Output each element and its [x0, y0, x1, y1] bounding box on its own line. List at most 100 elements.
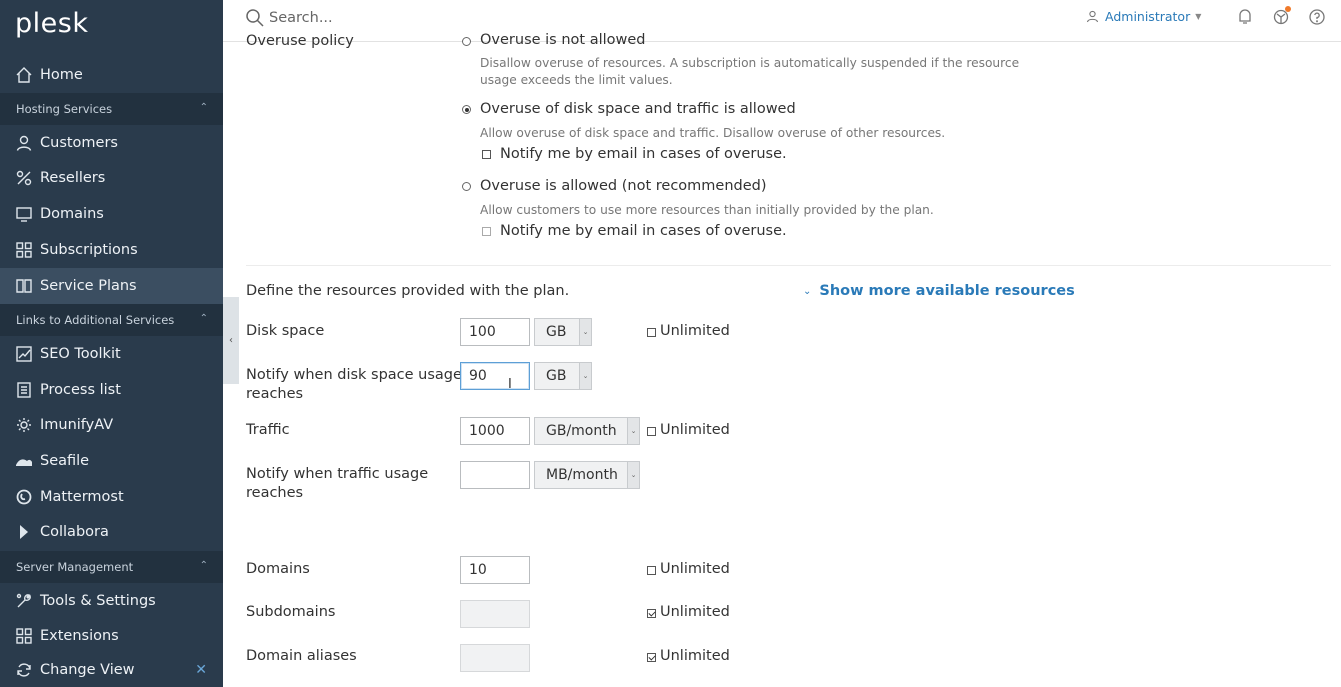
overuse-allowed-title: Overuse is allowed (not recommended): [480, 178, 767, 194]
chevron-up-icon: ⌃: [199, 560, 208, 571]
sidebar-collapse-handle[interactable]: ‹: [223, 297, 239, 384]
overuse-not-allowed-desc-2: usage exceeds the limit values.: [480, 73, 673, 87]
sidebar-item-seo-toolkit[interactable]: SEO Toolkit: [0, 337, 223, 371]
book-icon: [15, 277, 33, 295]
notifications-icon[interactable]: [1236, 8, 1254, 26]
sidebar-item-domains[interactable]: Domains: [0, 197, 223, 231]
domains-unlimited-checkbox[interactable]: [647, 566, 656, 575]
overuse-not-allowed-radio[interactable]: [462, 37, 471, 46]
sidebar-item-process-list[interactable]: Process list: [0, 373, 223, 407]
section-divider: [246, 265, 1331, 266]
domains-input[interactable]: [460, 556, 530, 584]
home-icon: [15, 66, 33, 84]
chevron-up-icon: ⌃: [199, 313, 208, 324]
main-content: Overuse policy Overuse is not allowed Di…: [246, 32, 1341, 687]
sidebar-item-customers[interactable]: Customers: [0, 126, 223, 160]
sidebar-item-seafile[interactable]: Seafile: [0, 444, 223, 478]
sidebar-item-label: ImunifyAV: [40, 417, 114, 433]
sidebar-item-label: SEO Toolkit: [40, 346, 121, 362]
group-label: Links to Additional Services: [16, 313, 175, 327]
overuse-disk-traffic-desc: Allow overuse of disk space and traffic.…: [480, 126, 946, 140]
search-input[interactable]: [269, 7, 569, 29]
sidebar-item-home[interactable]: Home: [0, 58, 223, 92]
notify-overuse-checkbox-2[interactable]: [482, 227, 491, 236]
disk-space-unit-select[interactable]: GB ⌄: [534, 318, 592, 346]
overuse-disk-traffic-radio[interactable]: [462, 105, 471, 114]
show-more-resources-link[interactable]: ⌄ Show more available resources: [803, 283, 1075, 299]
overuse-not-allowed-title: Overuse is not allowed: [480, 32, 646, 48]
disk-space-label: Disk space: [246, 323, 325, 339]
traffic-label: Traffic: [246, 422, 290, 438]
sidebar-item-subscriptions[interactable]: Subscriptions: [0, 233, 223, 267]
sidebar-item-label: Service Plans: [40, 278, 137, 294]
text-cursor-icon: I: [508, 377, 512, 392]
sidebar-item-collabora[interactable]: Collabora: [0, 515, 223, 549]
top-header: Administrator ▼: [223, 0, 1341, 42]
notify-disk-label-2: reaches: [246, 386, 304, 402]
disk-space-input[interactable]: [460, 318, 530, 346]
domain-aliases-input[interactable]: [460, 644, 530, 672]
show-more-label: Show more available resources: [819, 283, 1075, 299]
chevron-down-icon: ⌄: [627, 418, 639, 444]
domain-aliases-label: Domain aliases: [246, 648, 357, 664]
sidebar-item-resellers[interactable]: Resellers: [0, 161, 223, 195]
close-icon[interactable]: ✕: [195, 662, 207, 678]
notify-disk-input[interactable]: [460, 362, 530, 390]
notify-overuse-label-2: Notify me by email in cases of overuse.: [500, 223, 787, 239]
group-server-management[interactable]: Server Management ⌃: [0, 551, 223, 583]
sidebar-item-label: Seafile: [40, 453, 90, 469]
aliases-unlimited-label: Unlimited: [660, 648, 730, 664]
chart-icon: [15, 345, 33, 363]
notify-overuse-checkbox-1[interactable]: [482, 150, 491, 159]
group-label: Hosting Services: [16, 102, 113, 116]
extensions-icon: [15, 627, 33, 645]
sidebar-item-label: Collabora: [40, 524, 109, 540]
notify-traffic-unit-select[interactable]: MB/month ⌄: [534, 461, 640, 489]
domains-label: Domains: [246, 561, 310, 577]
notify-traffic-input[interactable]: [460, 461, 530, 489]
gear-icon: [15, 416, 33, 434]
select-value: GB: [546, 368, 567, 384]
user-menu[interactable]: Administrator ▼: [1086, 9, 1201, 24]
percent-icon: [15, 169, 33, 187]
user-name: Administrator: [1105, 9, 1191, 24]
traffic-unlimited-label: Unlimited: [660, 422, 730, 438]
sidebar-item-imunifyav[interactable]: ImunifyAV: [0, 408, 223, 442]
notify-disk-unit-select[interactable]: GB ⌄: [534, 362, 592, 390]
chevron-down-icon: ⌄: [579, 319, 591, 345]
group-additional-services[interactable]: Links to Additional Services ⌃: [0, 304, 223, 336]
traffic-unlimited-checkbox[interactable]: [647, 427, 656, 436]
sidebar-item-change-view[interactable]: Change View ✕: [0, 653, 223, 687]
plesk-logo[interactable]: plesk: [15, 8, 88, 39]
sidebar-item-mattermost[interactable]: Mattermost: [0, 480, 223, 514]
group-label: Server Management: [16, 560, 134, 574]
group-hosting-services[interactable]: Hosting Services ⌃: [0, 93, 223, 125]
sidebar-item-extensions[interactable]: Extensions: [0, 619, 223, 653]
seafile-icon: [15, 452, 33, 470]
overuse-allowed-desc: Allow customers to use more resources th…: [480, 203, 934, 217]
disk-unlimited-checkbox[interactable]: [647, 328, 656, 337]
sidebar-item-tools-settings[interactable]: Tools & Settings: [0, 584, 223, 618]
mattermost-icon: [15, 488, 33, 506]
notify-traffic-label-1: Notify when traffic usage: [246, 466, 429, 482]
traffic-unit-select[interactable]: GB/month ⌄: [534, 417, 640, 445]
overuse-disk-traffic-title: Overuse of disk space and traffic is all…: [480, 101, 796, 117]
disk-unlimited-label: Unlimited: [660, 323, 730, 339]
subdomains-input[interactable]: [460, 600, 530, 628]
help-icon[interactable]: [1308, 8, 1326, 26]
sidebar-item-service-plans[interactable]: Service Plans: [0, 268, 223, 304]
overuse-not-allowed-desc-1: Disallow overuse of resources. A subscri…: [480, 56, 1020, 70]
domains-unlimited-label: Unlimited: [660, 561, 730, 577]
notify-disk-label-1: Notify when disk space usage: [246, 367, 462, 383]
traffic-input[interactable]: [460, 417, 530, 445]
overuse-policy-label: Overuse policy: [246, 33, 354, 49]
subdomains-unlimited-label: Unlimited: [660, 604, 730, 620]
monitor-icon: [15, 205, 33, 223]
sidebar-item-label: Mattermost: [40, 489, 124, 505]
aliases-unlimited-checkbox[interactable]: [647, 653, 656, 662]
subdomains-unlimited-checkbox[interactable]: [647, 609, 656, 618]
sidebar-item-label: Resellers: [40, 170, 106, 186]
sidebar-item-label: Change View: [40, 662, 135, 678]
overuse-allowed-radio[interactable]: [462, 182, 471, 191]
sidebar-item-label: Process list: [40, 382, 121, 398]
